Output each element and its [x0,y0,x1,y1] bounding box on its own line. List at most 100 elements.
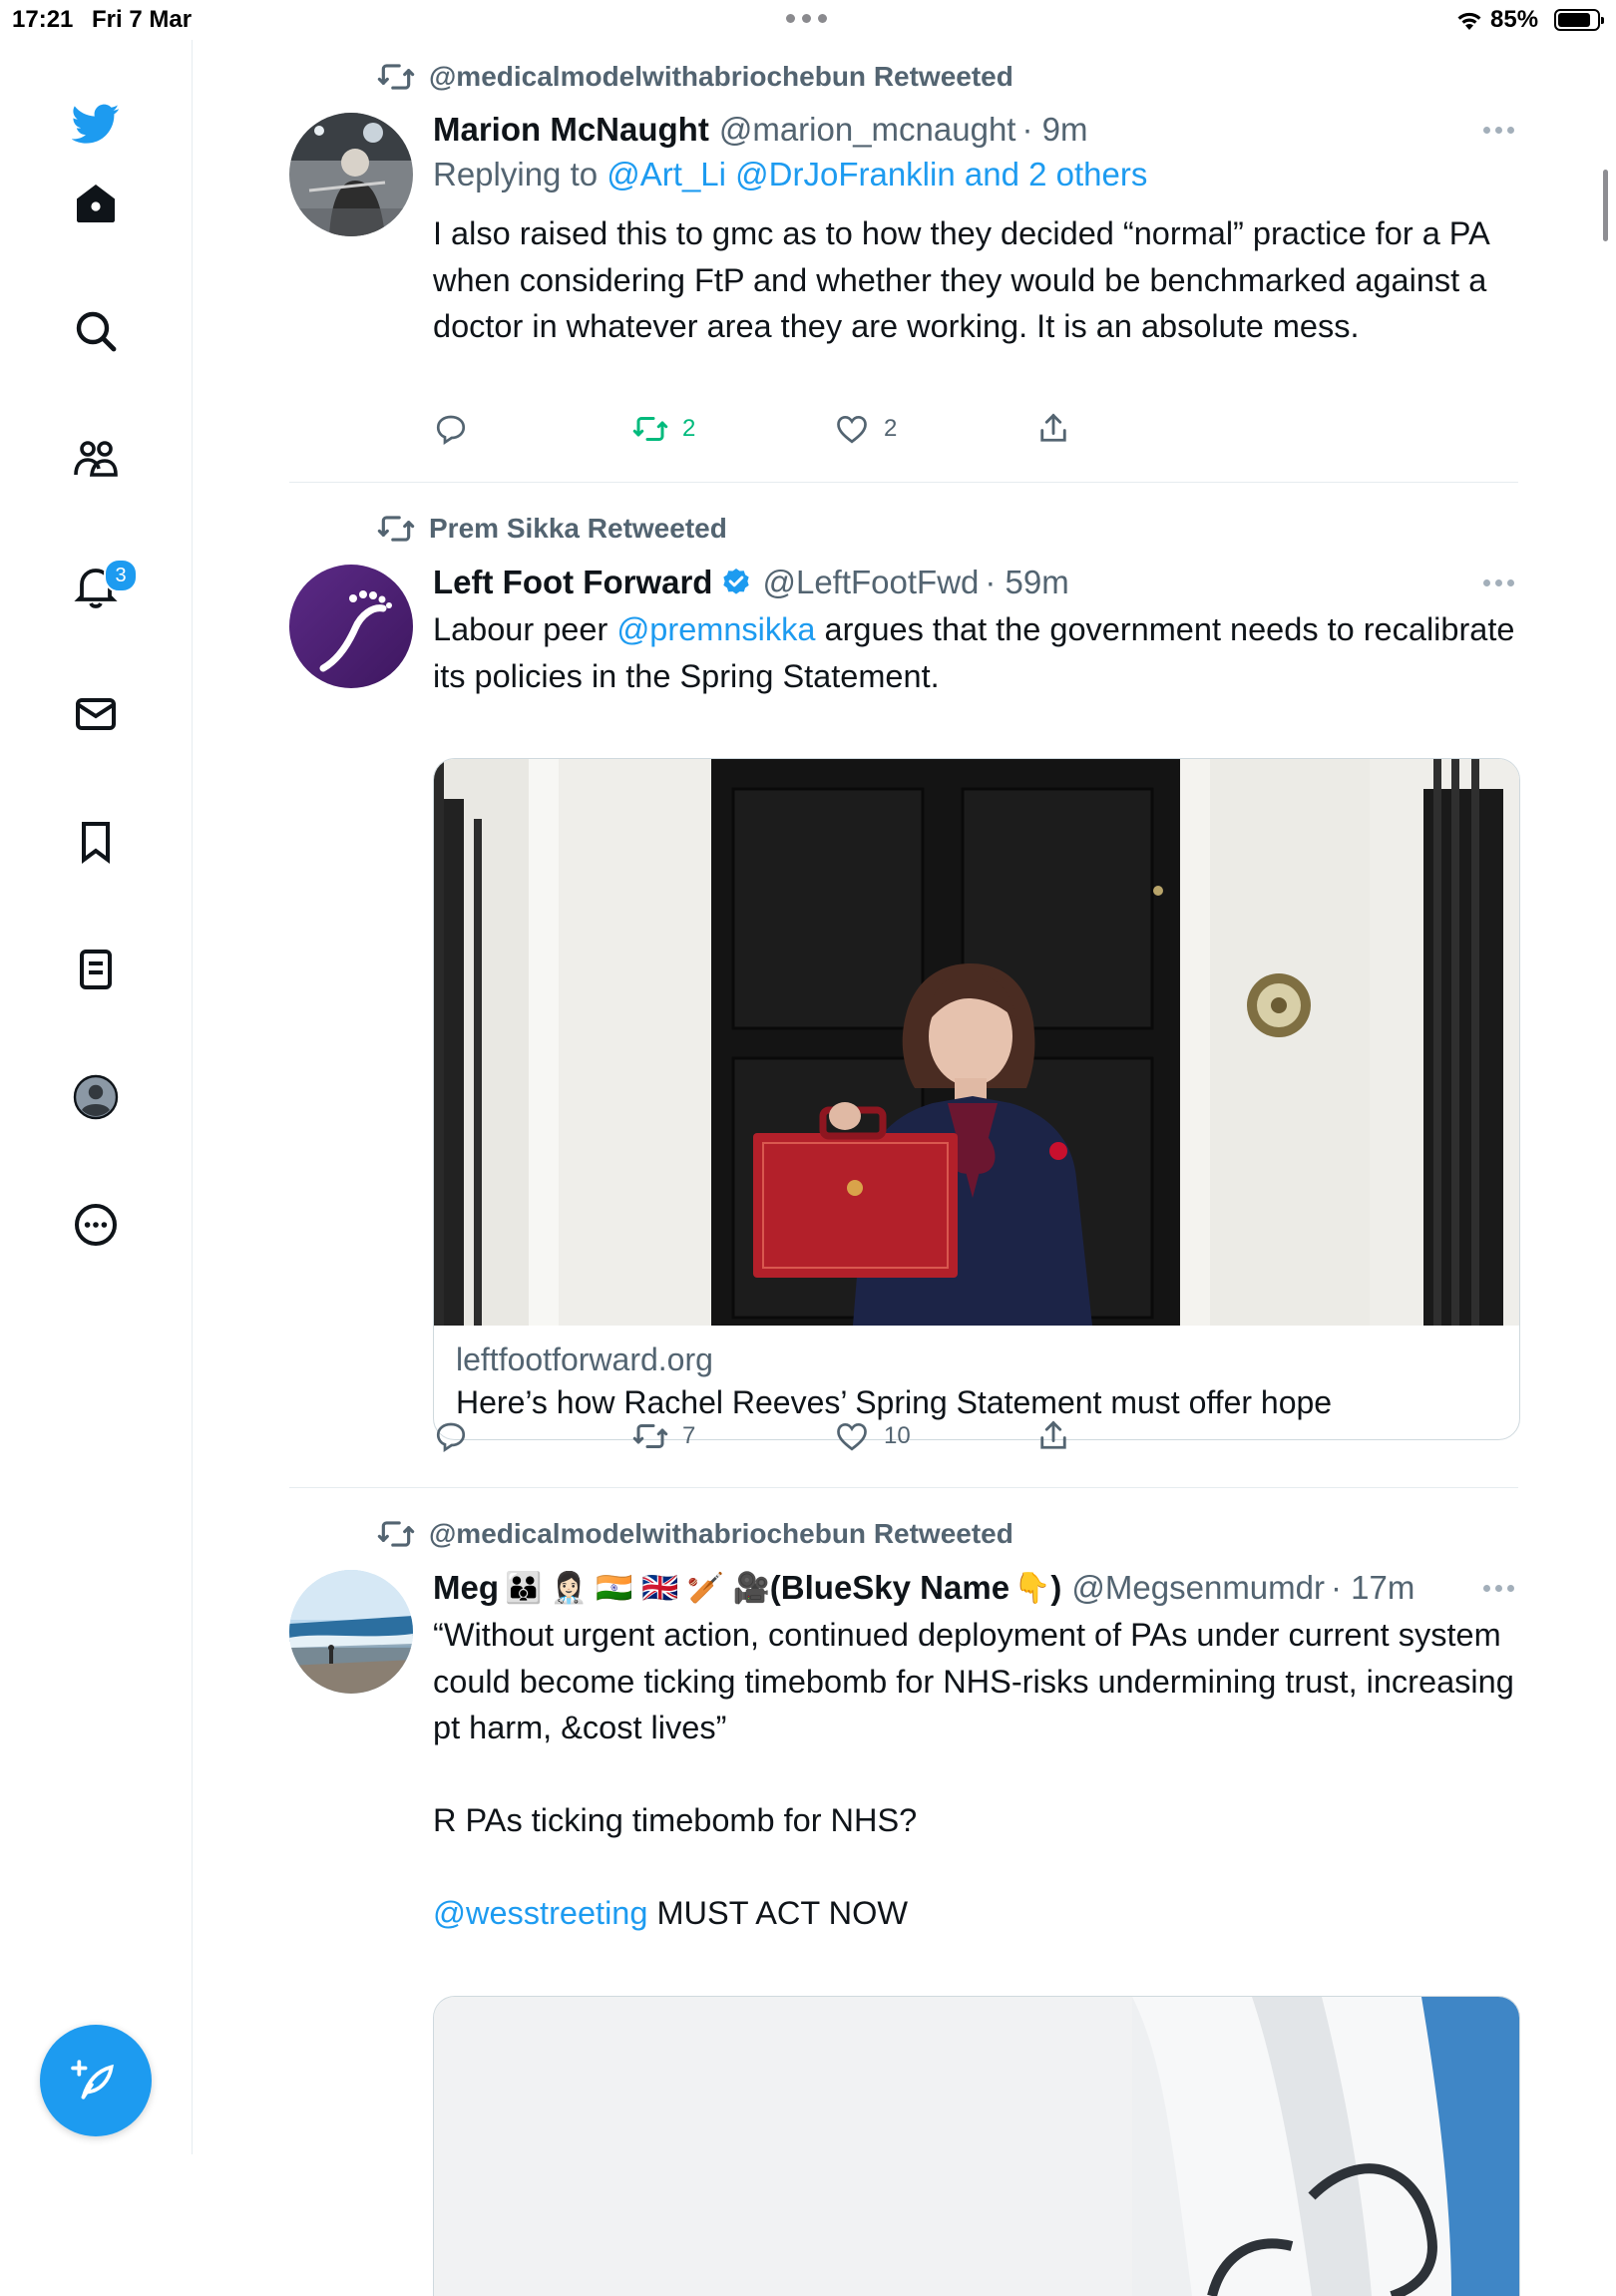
status-bar: 17:21 Fri 7 Mar 85% [0,0,1616,40]
battery-percent: 85% [1490,6,1539,33]
tweet-actions: 2 2 [433,411,1311,455]
tweet-header: Marion McNaught @marion_mcnaught · 9m [433,108,1518,152]
replying-label: Replying to [433,156,599,192]
communities-icon [74,441,118,477]
nav-lists[interactable] [56,930,136,1009]
more-circle-icon [75,1204,117,1246]
card-image [434,759,1519,1326]
tweet-text-line: R PAs ticking timebomb for NHS? [433,1802,918,1838]
replying-to: Replying to @Art_Li @DrJoFranklin and 2 … [433,156,1147,193]
tweet-header: Meg 👪 👩🏻‍⚕️ 🇮🇳 🇬🇧 🏏 🎥 (BlueSky Name 👇 ) … [433,1566,1518,1610]
twitter-logo-icon[interactable] [56,84,136,164]
retweet-count: 7 [682,1422,696,1449]
retweet-count: 2 [682,415,696,442]
tweet[interactable]: Prem Sikka Retweeted Left Foot Forward @… [289,483,1520,1488]
tweet[interactable]: @medicalmodelwithabriochebun Retweeted M… [289,1488,1520,2296]
battery-fill [1558,13,1590,27]
tweet-more-icon[interactable] [1483,126,1514,134]
like-count: 10 [884,1422,911,1449]
nav-profile[interactable] [56,1057,136,1137]
profile-avatar-icon [73,1074,119,1120]
heart-icon [837,415,867,444]
reply-button[interactable] [433,1418,469,1454]
author-name[interactable]: Marion McNaught [433,111,709,149]
retweet-context: @medicalmodelwithabriochebun Retweeted [377,57,1013,97]
retweet-context: @medicalmodelwithabriochebun Retweeted [377,1514,1013,1554]
author-handle[interactable]: @marion_mcnaught [719,111,1016,149]
retweet-icon [632,1424,668,1448]
tweet-text-part: Labour peer [433,611,617,647]
share-icon [1040,1420,1066,1449]
tweet-time[interactable]: · 59m [985,564,1068,601]
nav-more[interactable] [56,1185,136,1265]
status-time: 17:21 [12,6,74,33]
nav-explore[interactable] [56,291,136,371]
avatar[interactable] [289,565,413,688]
share-icon [1040,413,1066,442]
nav-notifications[interactable]: 3 [56,547,138,626]
share-button[interactable] [1035,411,1071,447]
avatar[interactable] [289,113,413,236]
retweet-button[interactable]: 7 [632,1418,695,1454]
name-close-paren: ) [1050,1569,1062,1606]
reply-icon [436,415,466,446]
bluesky-name-label: (BlueSky Name [769,1569,1010,1606]
multitasking-dots-icon[interactable] [786,14,827,23]
sidebar: 3 [0,40,193,2154]
nav-messages[interactable] [56,674,136,754]
nav-communities[interactable] [56,419,136,499]
battery-icon [1554,9,1604,31]
bookmark-icon [82,822,110,864]
link-card[interactable]: leftfootforward.org Here’s how Rachel Re… [433,758,1520,1440]
tweet-time[interactable]: · 9m [1021,111,1087,149]
heart-icon [837,1422,867,1451]
notification-badge: 3 [104,559,138,592]
tweet-text: Labour peer @premnsikka argues that the … [433,606,1520,699]
retweet-button[interactable]: 2 [632,411,695,447]
tweet-media-image[interactable] [433,1996,1520,2296]
like-button[interactable]: 10 [834,1418,911,1454]
tweet-more-icon[interactable] [1483,1584,1514,1592]
tweet[interactable]: @medicalmodelwithabriochebun Retweeted M… [289,40,1518,483]
share-button[interactable] [1035,1418,1071,1454]
avatar[interactable] [289,1570,413,1694]
wifi-icon [1457,12,1481,30]
tweet-time[interactable]: · 17m [1331,1569,1414,1607]
nav-bookmarks[interactable] [56,802,136,882]
author-handle[interactable]: @Megsenmumdr [1071,1569,1325,1607]
like-button[interactable]: 2 [834,411,897,447]
author-name[interactable]: Meg [433,1569,499,1607]
compose-feather-icon [71,2060,114,2100]
tweet-text-part: MUST ACT NOW [647,1895,909,1931]
status-date: Fri 7 Mar [92,6,193,33]
replying-mentions[interactable]: @Art_Li @DrJoFranklin and 2 others [606,156,1147,192]
retweeted-by: @medicalmodelwithabriochebun Retweeted [429,1518,1013,1549]
reply-icon [436,1422,466,1453]
retweet-icon [377,516,415,542]
retweet-icon [377,64,415,90]
tweet-more-icon[interactable] [1483,578,1514,586]
tweet-actions: 7 10 [433,1418,1311,1462]
reply-button[interactable] [433,411,469,447]
retweeted-by: @medicalmodelwithabriochebun Retweeted [429,61,1013,92]
name-emojis: 👪 👩🏻‍⚕️ 🇮🇳 🇬🇧 🏏 🎥 [505,1571,770,1605]
like-count: 2 [884,415,898,442]
home-icon [77,185,115,222]
mention-link[interactable]: @wesstreeting [433,1895,647,1931]
envelope-icon [76,698,116,730]
nav-home[interactable] [56,164,136,243]
pointing-down-icon: 👇 [1013,1571,1051,1605]
search-icon [76,311,117,352]
retweeted-by: Prem Sikka Retweeted [429,513,727,544]
card-title: Here’s how Rachel Reeves’ Spring Stateme… [456,1384,1333,1420]
tweet-header: Left Foot Forward @LeftFootFwd · 59m [433,561,1518,604]
author-name[interactable]: Left Foot Forward [433,564,712,601]
author-handle[interactable]: @LeftFootFwd [762,564,979,601]
tweet-text: “Without urgent action, continued deploy… [433,1617,1514,1745]
card-domain: leftfootforward.org [456,1341,713,1377]
tweet-text-line: @wesstreeting MUST ACT NOW [433,1890,1520,1937]
scrollbar[interactable] [1603,170,1608,241]
retweet-icon [377,1521,415,1547]
compose-tweet-button[interactable] [40,2025,152,2136]
mention-link[interactable]: @premnsikka [616,611,815,647]
